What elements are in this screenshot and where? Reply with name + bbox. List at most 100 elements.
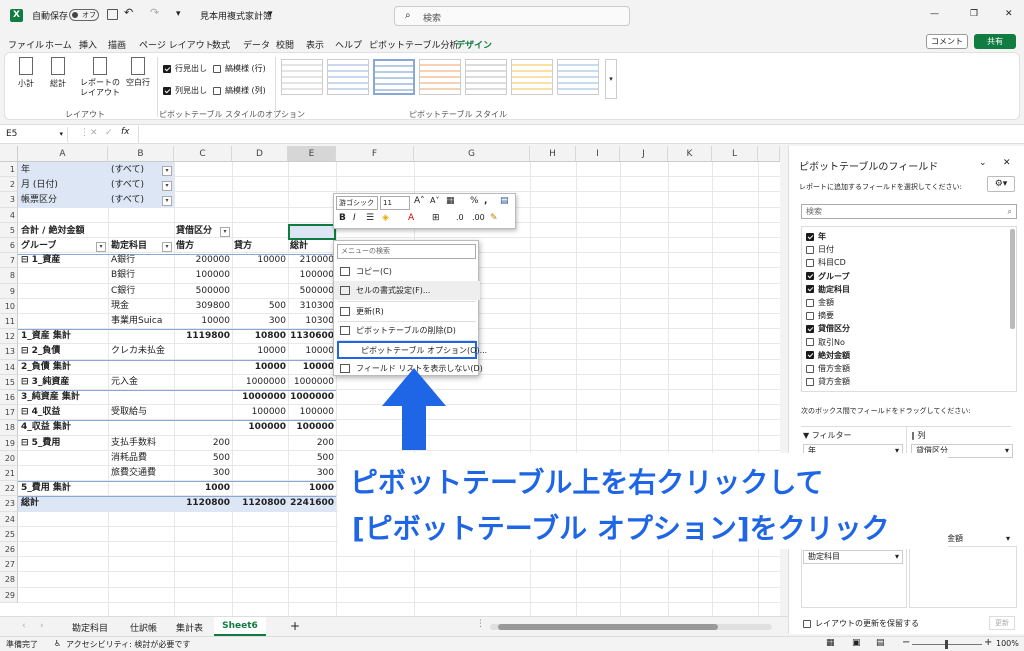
pane-settings-button[interactable]: ⚙▾ <box>987 176 1015 192</box>
increase-font-icon[interactable]: A˄ <box>414 196 425 206</box>
field-list-scrollbar[interactable] <box>1010 229 1015 329</box>
field-checkbox[interactable] <box>806 324 814 333</box>
cell-total[interactable]: 1000 <box>288 481 334 496</box>
field-search-input[interactable]: 検索 ⌕ <box>801 204 1017 219</box>
grand-totals-button[interactable]: 総計 <box>43 57 73 101</box>
cell-credit[interactable] <box>232 466 286 481</box>
cell-debit[interactable] <box>174 360 230 375</box>
decrease-font-icon[interactable]: A˅ <box>430 196 439 205</box>
field-checkbox[interactable] <box>806 298 814 307</box>
tab-home[interactable]: ホーム <box>45 38 72 51</box>
cell-account[interactable]: B銀行 <box>111 268 135 283</box>
cell-total[interactable]: 1000000 <box>288 375 334 390</box>
cell-credit[interactable] <box>232 451 286 466</box>
field-item[interactable]: 貸借区分 <box>806 323 850 334</box>
cell-debit[interactable]: 500000 <box>174 284 230 299</box>
scroll-right-icon[interactable]: › <box>40 621 44 631</box>
row-header[interactable]: 25 <box>0 526 18 542</box>
cell-debit[interactable]: 500 <box>174 451 230 466</box>
borders-icon[interactable]: ⊞ <box>432 213 440 223</box>
field-item[interactable]: 日付 <box>806 244 834 255</box>
sheet-tab-active[interactable]: Sheet6 <box>214 617 266 636</box>
row-header[interactable]: 19 <box>0 435 18 451</box>
save-icon[interactable] <box>107 9 118 20</box>
row-header[interactable]: 20 <box>0 450 18 466</box>
cell-group[interactable]: 4_収益 集計 <box>21 420 71 435</box>
row-header[interactable]: 21 <box>0 466 18 482</box>
row-header[interactable]: 23 <box>0 496 18 512</box>
formula-input[interactable] <box>138 126 1014 143</box>
row-header[interactable]: 13 <box>0 344 18 360</box>
page-layout-view-icon[interactable]: ▣ <box>852 638 861 648</box>
chevron-down-icon[interactable]: ▾ <box>59 127 63 142</box>
filter-dropdown-icon[interactable]: ▾ <box>162 181 172 191</box>
subtotals-button[interactable]: 小計 <box>11 57 41 101</box>
cell-credit[interactable] <box>232 436 286 451</box>
column-header[interactable]: B <box>108 146 174 162</box>
field-item[interactable]: 摘要 <box>806 310 834 321</box>
pivot-style-swatch[interactable] <box>327 59 369 95</box>
select-all-corner[interactable] <box>0 146 18 162</box>
zoom-out-icon[interactable]: − <box>902 637 910 648</box>
row-header[interactable]: 17 <box>0 405 18 421</box>
row-header[interactable]: 3 <box>0 192 18 208</box>
cell-credit[interactable] <box>232 284 286 299</box>
cell-account[interactable]: 元入金 <box>111 375 138 390</box>
row-header[interactable]: 28 <box>0 572 18 588</box>
number-format-icon[interactable]: ▦ <box>446 196 455 206</box>
cell-account[interactable]: 現金 <box>111 299 129 314</box>
cell-group[interactable]: ⊟ 3_純資産 <box>21 375 69 390</box>
font-name-box[interactable]: 游ゴシック <box>336 196 378 210</box>
cell-group[interactable]: ⊟ 5_費用 <box>21 436 60 451</box>
cell-total[interactable]: 210000 <box>288 253 334 268</box>
cell-group[interactable]: ⊟ 1_資産 <box>21 253 60 268</box>
cell-credit[interactable]: 1000000 <box>232 390 286 405</box>
field-checkbox[interactable] <box>806 364 814 373</box>
column-header[interactable]: J <box>620 146 668 162</box>
tab-page-layout[interactable]: ページ レイアウト <box>139 38 214 51</box>
cell-credit[interactable]: 1000000 <box>232 375 286 390</box>
cell-total[interactable]: 100000 <box>288 420 334 435</box>
menu-item-format-cells[interactable]: セルの書式設定(F)... <box>334 281 480 300</box>
field-item[interactable]: グループ <box>806 271 850 282</box>
field-checkbox[interactable] <box>806 258 814 267</box>
row-header[interactable]: 27 <box>0 557 18 573</box>
row-header[interactable]: 24 <box>0 511 18 527</box>
sheet-tab[interactable]: 勘定科目 <box>72 621 108 634</box>
field-checkbox[interactable] <box>806 245 814 254</box>
align-icon[interactable]: ☰ <box>366 213 374 223</box>
sheet-tab[interactable]: 仕訳帳 <box>130 621 157 634</box>
defer-update-option[interactable]: レイアウトの更新を保留する <box>803 618 919 629</box>
cell-total[interactable]: 300 <box>288 466 334 481</box>
row-filter-dropdown-icon[interactable]: ▾ <box>162 242 172 252</box>
field-checkbox[interactable] <box>806 285 814 294</box>
accessibility-status[interactable]: アクセシビリティ: 検討が必要です <box>66 639 190 650</box>
column-header[interactable]: D <box>232 146 288 162</box>
field-checkbox[interactable] <box>806 311 814 320</box>
cell-group[interactable]: ⊟ 4_収益 <box>21 405 60 420</box>
pivot-style-swatch[interactable] <box>281 59 323 95</box>
row-headers-checkbox[interactable] <box>163 64 171 73</box>
defer-update-checkbox[interactable] <box>803 619 811 628</box>
field-checkbox[interactable] <box>806 232 814 241</box>
cell-debit[interactable] <box>174 420 230 435</box>
pivot-style-swatch[interactable] <box>511 59 553 95</box>
row-header[interactable]: 4 <box>0 207 18 223</box>
name-box[interactable]: E5 ▾ <box>4 127 68 142</box>
cell-account[interactable]: 消耗品費 <box>111 451 147 466</box>
row-header[interactable]: 12 <box>0 329 18 345</box>
cell-credit[interactable]: 10000 <box>232 253 286 268</box>
row-header[interactable]: 22 <box>0 481 18 497</box>
file-name[interactable]: 見本用複式家計簿 <box>200 9 272 22</box>
page-break-view-icon[interactable]: ▤ <box>876 638 885 648</box>
cell-credit[interactable]: 300 <box>232 314 286 329</box>
increase-decimal-icon[interactable]: .0 <box>456 213 464 222</box>
cell-total[interactable]: 310300 <box>288 299 334 314</box>
cell-total[interactable]: 500000 <box>288 284 334 299</box>
field-item[interactable]: 年 <box>806 231 826 242</box>
cell-debit[interactable]: 100000 <box>174 268 230 283</box>
tab-insert[interactable]: 挿入 <box>79 38 97 51</box>
selected-cell-e5[interactable] <box>288 224 336 240</box>
cell-debit[interactable]: 10000 <box>174 314 230 329</box>
cell-debit[interactable]: 309800 <box>174 299 230 314</box>
